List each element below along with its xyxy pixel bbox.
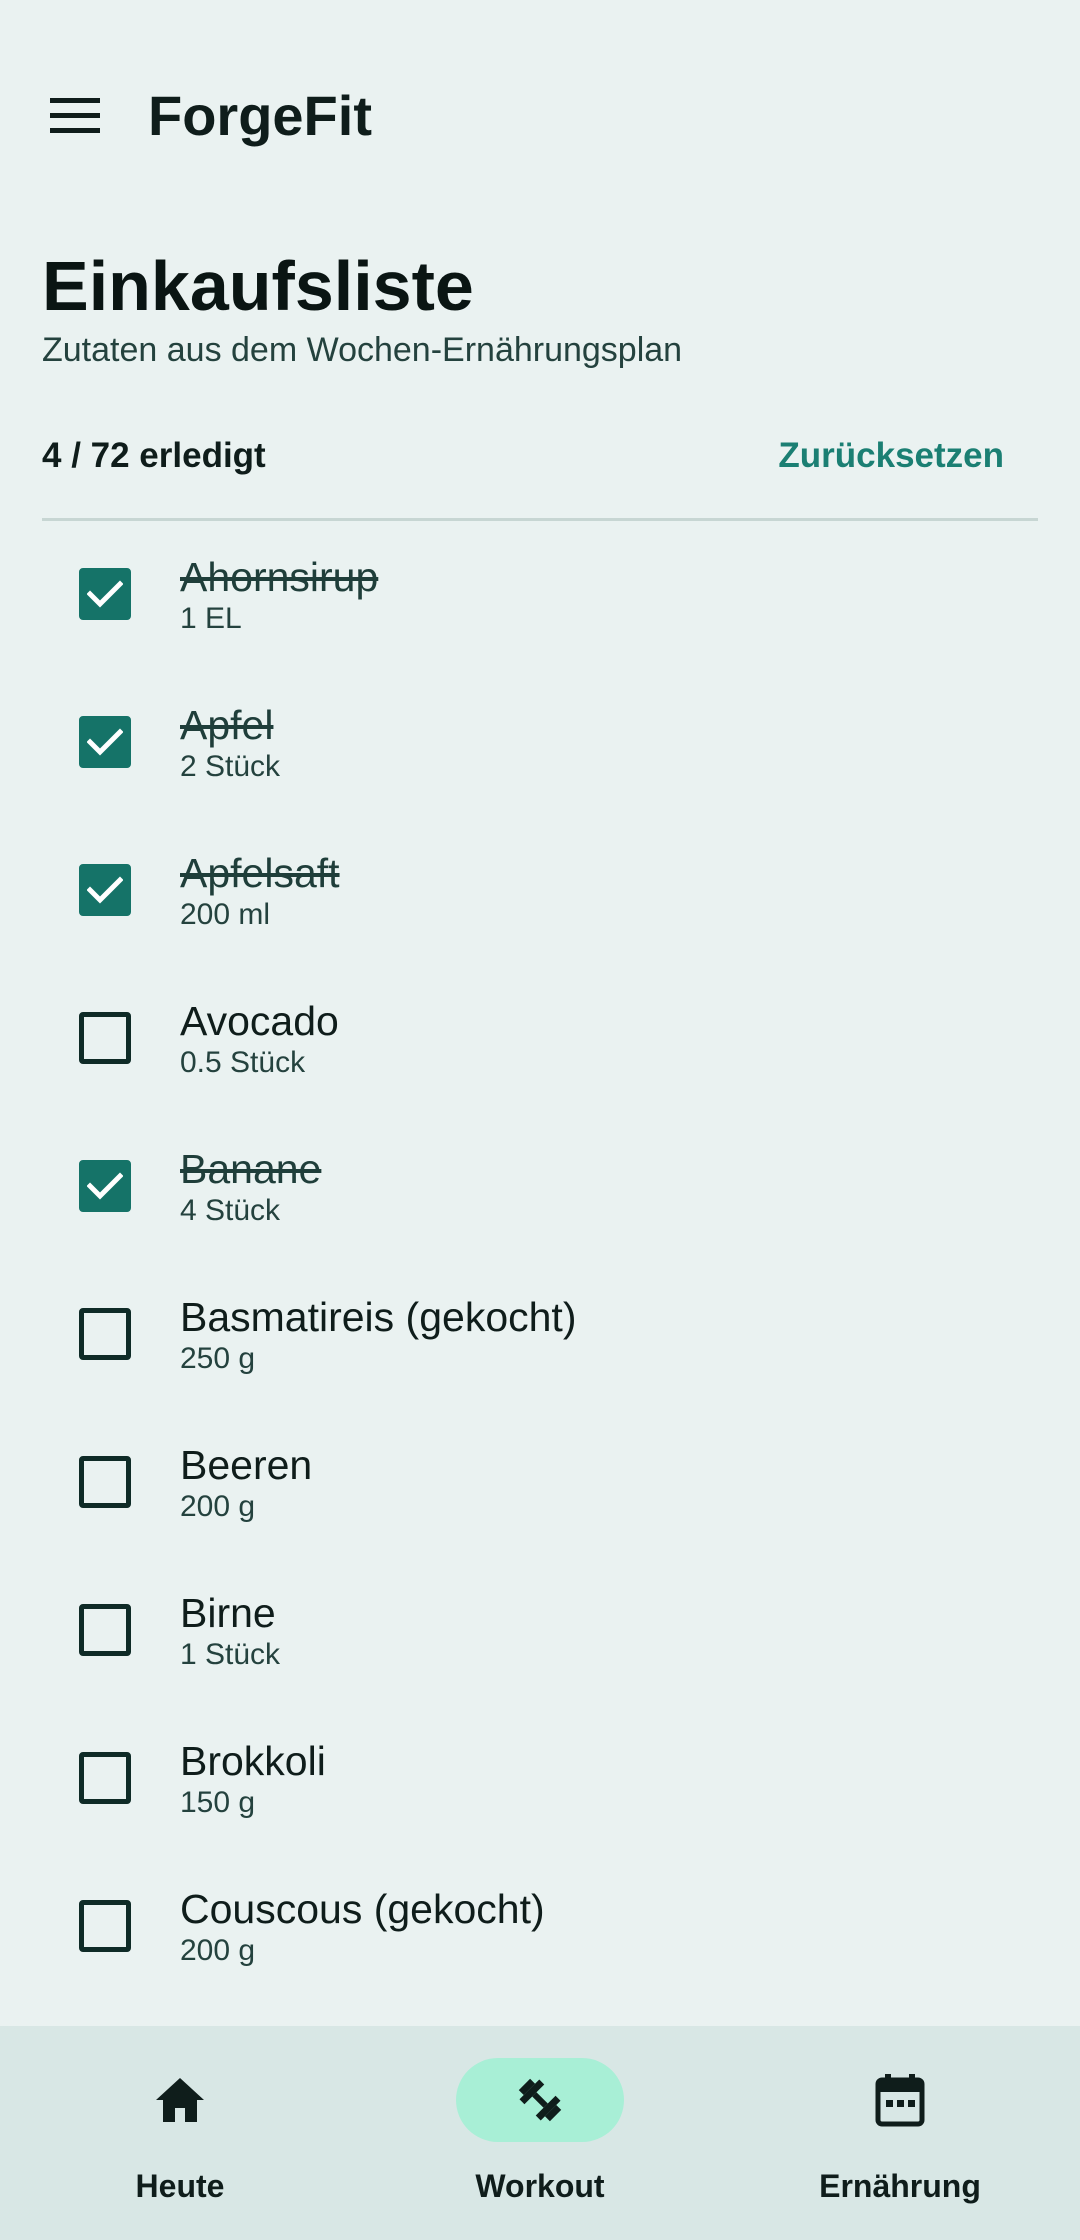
nav-label: Workout (475, 2168, 605, 2204)
page-subtitle: Zutaten aus dem Wochen-Ernährungsplan (42, 331, 683, 369)
list-item[interactable]: Apfel 2 Stück (0, 674, 1080, 822)
list-item[interactable]: Birne 1 Stück (0, 1562, 1080, 1710)
home-icon (152, 2074, 208, 2126)
list-item[interactable]: Ahornsirup 1 EL (0, 526, 1080, 674)
menu-icon (50, 98, 100, 133)
list-item[interactable]: Couscous (gekocht) 200 g (0, 1858, 1080, 2006)
item-checkbox[interactable] (79, 1012, 131, 1064)
item-checkbox[interactable] (79, 1900, 131, 1952)
item-checkbox[interactable] (79, 1604, 131, 1656)
list-item[interactable]: Basmatireis (gekocht) 250 g (0, 1266, 1080, 1414)
item-quantity: 4 Stück (180, 1194, 281, 1227)
dumbbell-icon (512, 2072, 568, 2128)
item-name: Banane (180, 1146, 322, 1192)
list-item[interactable]: Brokkoli 150 g (0, 1710, 1080, 1858)
item-quantity: 2 Stück (180, 750, 281, 783)
item-checkbox[interactable] (79, 1160, 131, 1212)
nav-indicator (816, 2058, 984, 2142)
item-name: Basmatireis (gekocht) (180, 1294, 577, 1340)
menu-button[interactable] (34, 82, 116, 150)
nav-item-ern-hrung[interactable]: Ernährung (720, 2026, 1080, 2240)
item-quantity: 200 g (180, 1934, 256, 1967)
item-checkbox[interactable] (79, 864, 131, 916)
item-name: Ahornsirup (180, 554, 379, 600)
item-quantity: 200 g (180, 1490, 256, 1523)
nav-item-heute[interactable]: Heute (0, 2026, 360, 2240)
progress-count: 4 / 72 erledigt (42, 436, 266, 475)
item-name: Apfel (180, 702, 274, 748)
checkmark-icon (87, 580, 123, 608)
checkmark-icon (87, 876, 123, 904)
item-checkbox[interactable] (79, 716, 131, 768)
item-quantity: 250 g (180, 1342, 256, 1375)
item-quantity: 200 ml (180, 898, 271, 931)
page-title: Einkaufsliste (42, 247, 474, 325)
divider (42, 518, 1038, 521)
reset-button[interactable]: Zurücksetzen (778, 428, 1004, 484)
list-item[interactable]: Apfelsaft 200 ml (0, 822, 1080, 970)
nav-label: Ernährung (819, 2168, 981, 2204)
item-checkbox[interactable] (79, 568, 131, 620)
nav-item-workout[interactable]: Workout (360, 2026, 720, 2240)
item-checkbox[interactable] (79, 1456, 131, 1508)
checkmark-icon (87, 1172, 123, 1200)
app-bar: ForgeFit (0, 0, 1080, 232)
item-name: Apfelsaft (180, 850, 340, 896)
item-name: Birne (180, 1590, 276, 1636)
nav-indicator (456, 2058, 624, 2142)
nav-indicator (96, 2058, 264, 2142)
item-quantity: 1 Stück (180, 1638, 281, 1671)
app-title: ForgeFit (148, 84, 372, 147)
shopping-list: Ahornsirup 1 EL Apfel 2 Stück Apfelsaft 200 m… (0, 526, 1080, 2006)
checkmark-icon (87, 728, 123, 756)
item-name: Beeren (180, 1442, 313, 1488)
item-quantity: 1 EL (180, 602, 242, 635)
calendar-icon (874, 2072, 926, 2128)
item-checkbox[interactable] (79, 1308, 131, 1360)
bottom-navigation: Heute Workout Ernährung (0, 2026, 1080, 2240)
item-quantity: 0.5 Stück (180, 1046, 306, 1079)
list-item[interactable]: Beeren 200 g (0, 1414, 1080, 1562)
progress-row: 4 / 72 erledigt Zurücksetzen (42, 428, 1038, 484)
list-item[interactable]: Banane 4 Stück (0, 1118, 1080, 1266)
item-checkbox[interactable] (79, 1752, 131, 1804)
list-item[interactable]: Avocado 0.5 Stück (0, 970, 1080, 1118)
item-name: Brokkoli (180, 1738, 326, 1784)
item-name: Avocado (180, 998, 339, 1044)
item-name: Couscous (gekocht) (180, 1886, 545, 1932)
item-quantity: 150 g (180, 1786, 256, 1819)
nav-label: Heute (135, 2168, 225, 2204)
